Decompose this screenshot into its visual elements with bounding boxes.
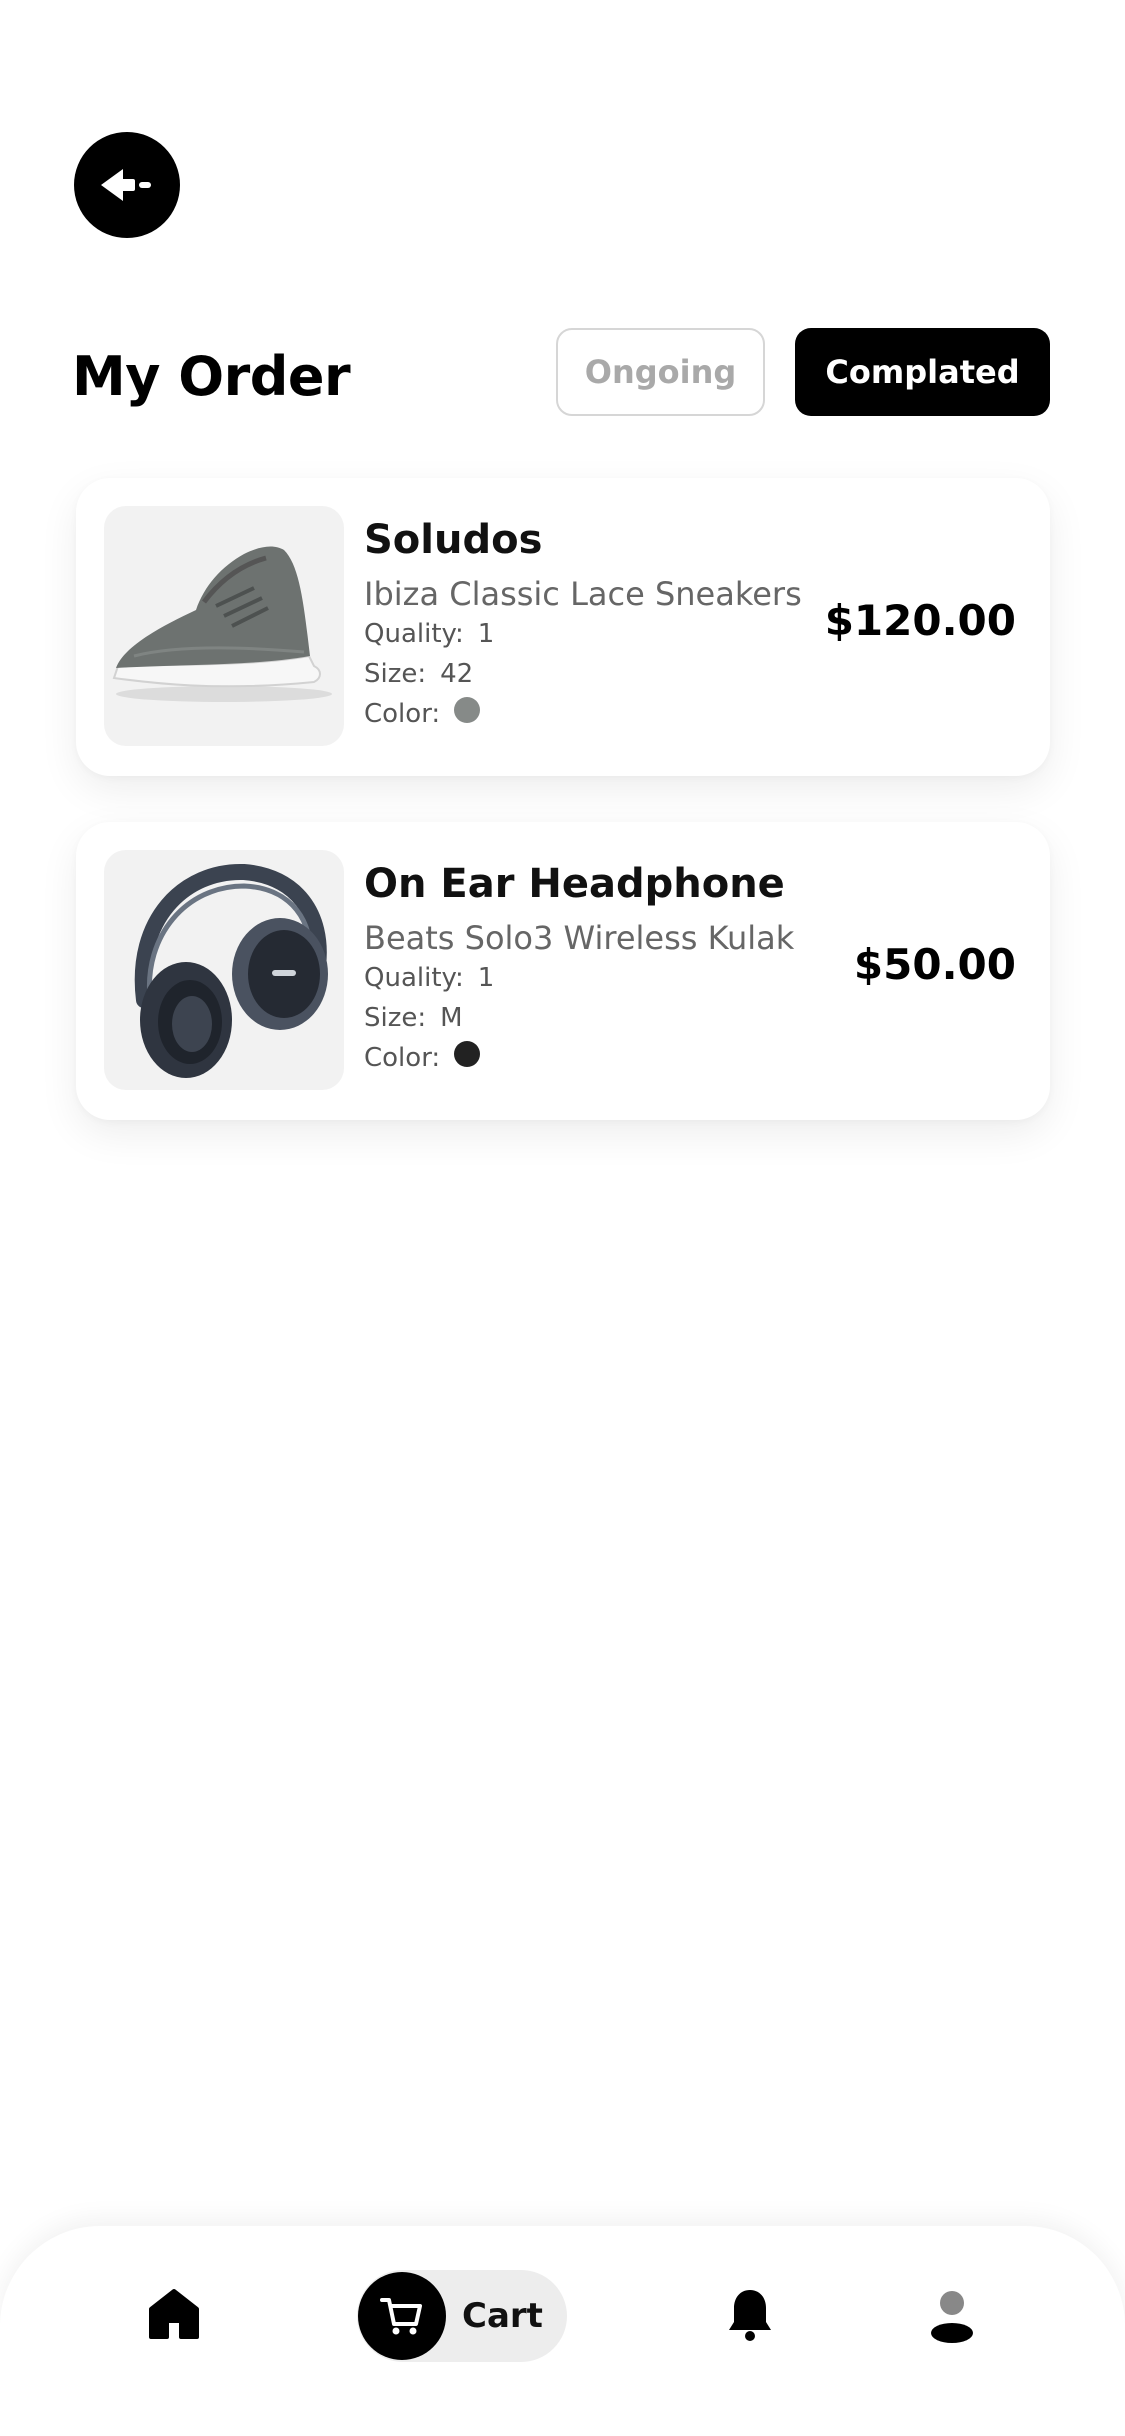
back-button[interactable] (74, 132, 180, 238)
headphone-icon (134, 863, 328, 1078)
product-name: Soludos (364, 517, 543, 563)
product-price: $50.00 (853, 940, 1016, 989)
product-subtitle: Beats Solo3 Wireless Kulak (364, 919, 795, 957)
nav-notifications[interactable] (722, 2284, 778, 2344)
quality-label: Quality: (364, 963, 464, 993)
back-arrow-icon (101, 169, 151, 201)
size-value: 42 (440, 659, 474, 689)
tab-ongoing[interactable]: Ongoing (556, 328, 765, 416)
size-label: Size: (364, 1003, 427, 1033)
nav-cart[interactable]: Cart (357, 2270, 567, 2362)
order-card[interactable]: On Ear Headphone Beats Solo3 Wireless Ku… (76, 822, 1050, 1120)
quality-value: 1 (477, 619, 495, 649)
sneaker-icon (112, 546, 332, 702)
product-image (104, 506, 344, 746)
order-card[interactable]: Soludos Ibiza Classic Lace Sneakers Qual… (76, 478, 1050, 776)
quality-value: 1 (477, 963, 495, 993)
quality-row: Quality: 1 (364, 958, 794, 998)
product-image (104, 850, 344, 1090)
nav-home[interactable] (146, 2286, 202, 2342)
color-row: Color: (364, 694, 802, 734)
product-name: On Ear Headphone (364, 861, 785, 907)
quality-label: Quality: (364, 619, 464, 649)
product-subtitle: Ibiza Classic Lace Sneakers (364, 575, 802, 613)
nav-profile[interactable] (924, 2288, 980, 2346)
cart-icon-circle (358, 2272, 446, 2360)
size-row: Size: 42 (364, 654, 802, 694)
product-price: $120.00 (824, 596, 1016, 645)
tab-completed[interactable]: Complated (795, 328, 1050, 416)
size-label: Size: (364, 659, 427, 689)
home-icon (149, 2289, 199, 2339)
color-label: Color: (364, 699, 441, 729)
quality-row: Quality: 1 (364, 614, 802, 654)
size-value: M (440, 1003, 463, 1033)
profile-icon (931, 2291, 973, 2343)
bell-icon (729, 2290, 771, 2341)
page-title: My Order (72, 345, 351, 408)
cart-icon (380, 2298, 422, 2335)
color-swatch (454, 1041, 481, 1067)
color-swatch (454, 697, 481, 723)
bottom-nav: Cart (0, 2226, 1125, 2436)
size-row: Size: M (364, 998, 794, 1038)
color-label: Color: (364, 1043, 441, 1073)
color-row: Color: (364, 1038, 794, 1078)
cart-label: Cart (462, 2296, 543, 2336)
